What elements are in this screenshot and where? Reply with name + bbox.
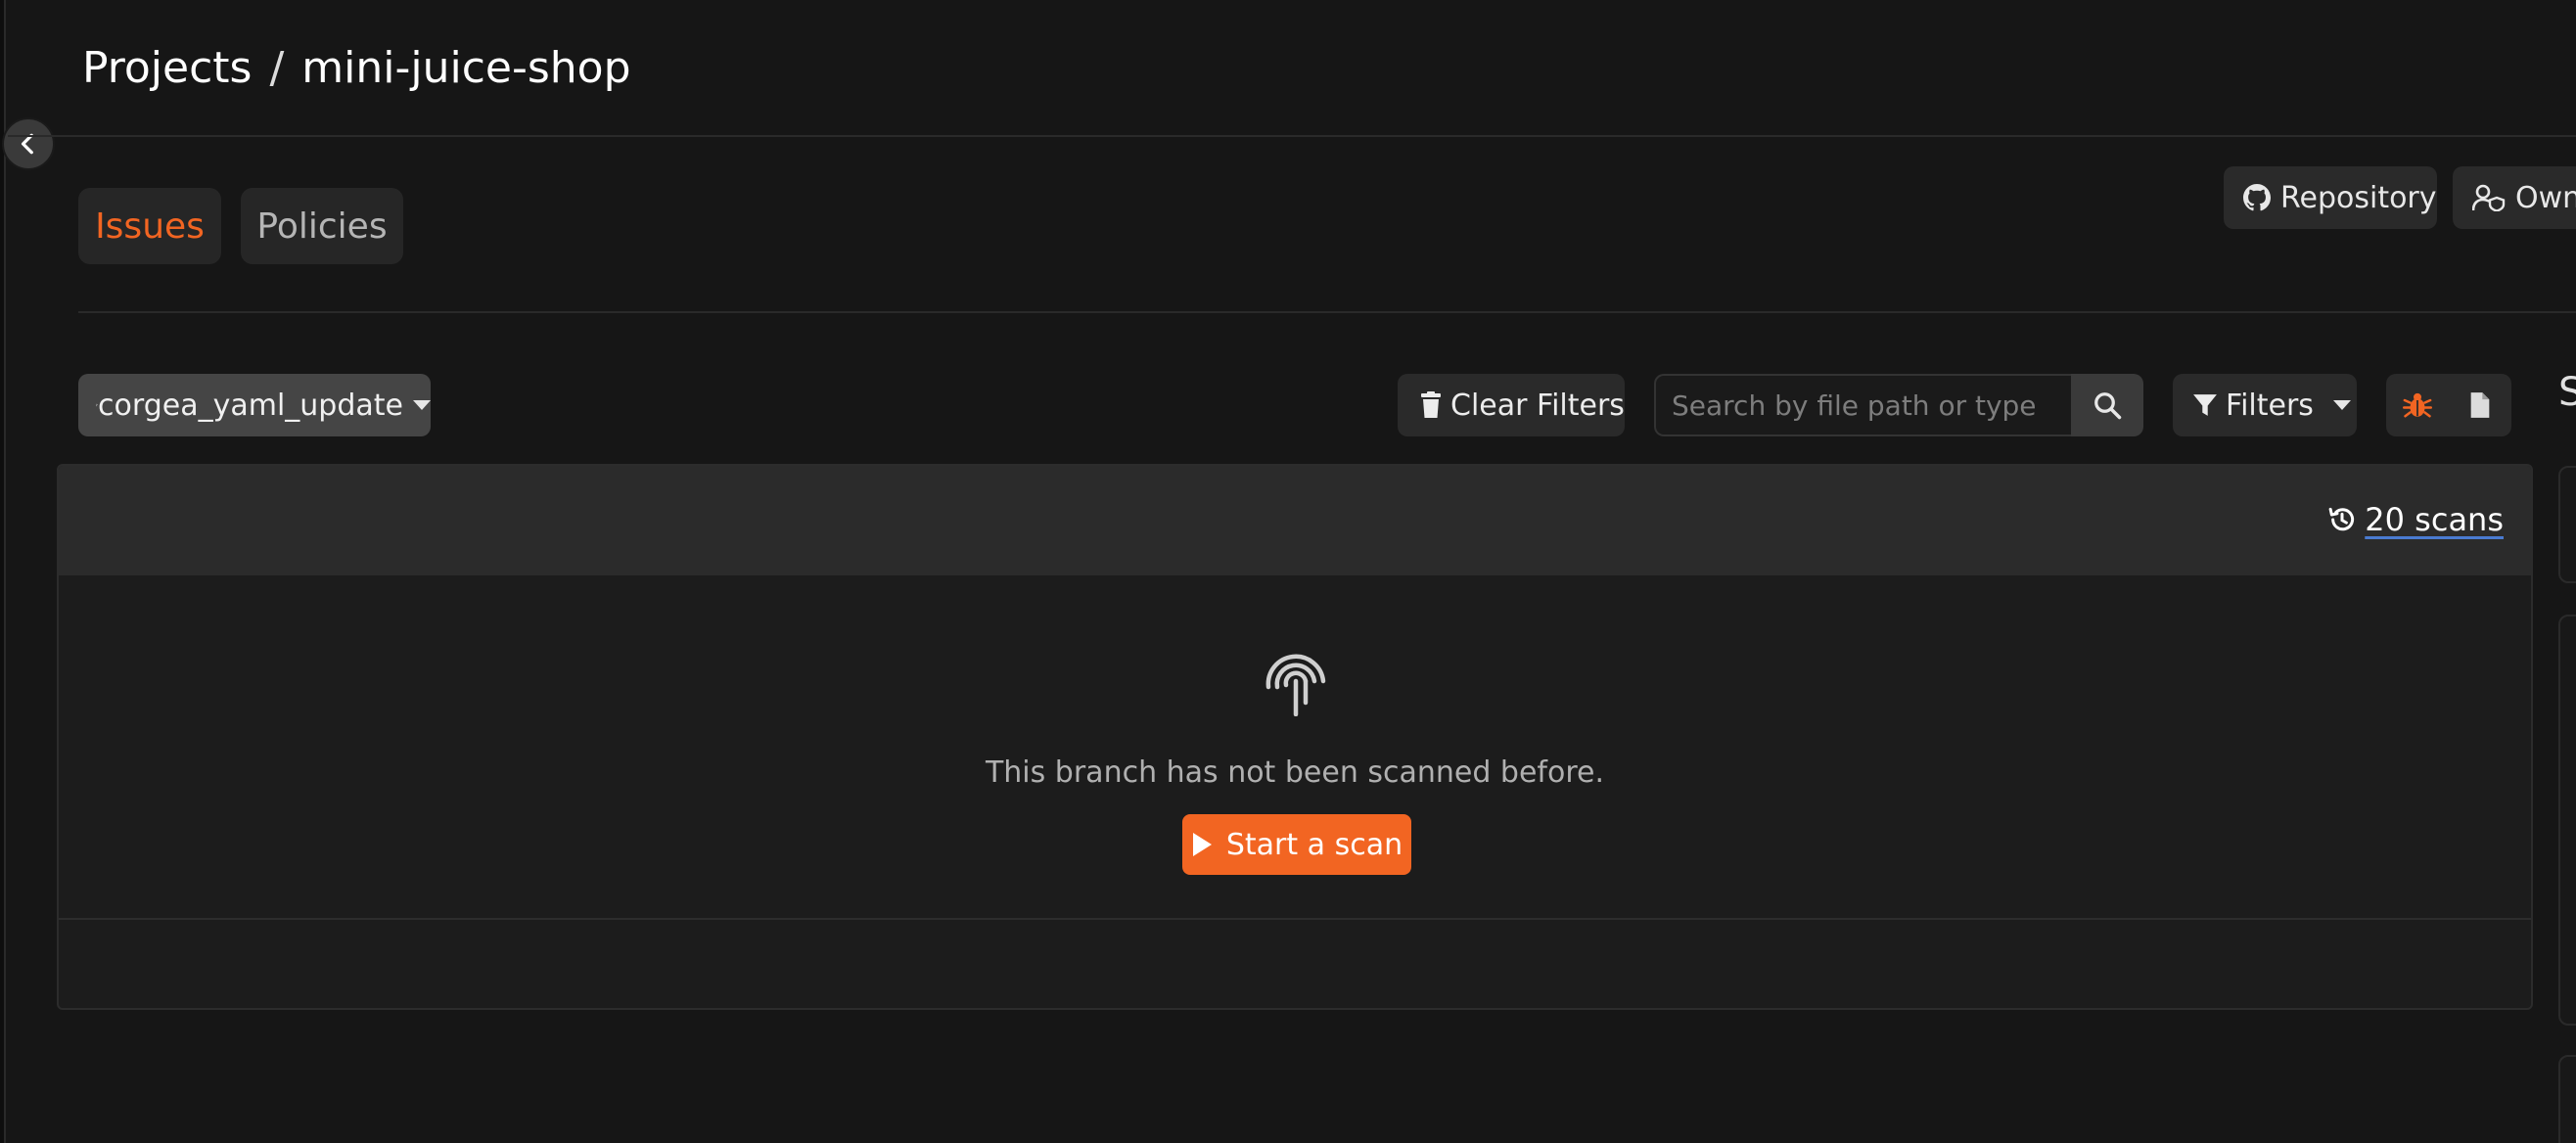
search-input[interactable] [1654, 374, 2071, 436]
play-icon [1192, 833, 1212, 856]
trash-icon [1421, 391, 1441, 418]
tab-policies[interactable]: Policies [241, 188, 403, 264]
start-scan-button[interactable]: Start a scan [1182, 814, 1411, 875]
tabs-divider [78, 311, 2576, 313]
scans-history-link[interactable]: 20 scans [2327, 501, 2504, 538]
tab-issues[interactable]: Issues [78, 188, 221, 264]
empty-state: This branch has not been scanned before.… [59, 575, 2531, 920]
side-panel-card [2558, 1055, 2576, 1143]
branch-selector[interactable]: corgea_yaml_update [78, 374, 431, 436]
owners-label: Owne [2515, 180, 2576, 215]
chevron-down-icon [413, 400, 431, 410]
history-icon [2328, 507, 2355, 531]
sidebar-collapse-button[interactable] [2, 117, 55, 170]
bug-icon [2403, 392, 2432, 418]
side-panel-card [2558, 466, 2576, 583]
header-divider [8, 135, 2576, 137]
issues-panel: 20 scans This branch has not been scanne… [57, 464, 2533, 1010]
branch-name: corgea_yaml_update [98, 388, 403, 423]
breadcrumb-separator: / [269, 43, 285, 93]
filters-dropdown[interactable]: Filters [2173, 374, 2357, 436]
chevron-down-icon [2332, 400, 2351, 410]
side-panel-heading: S [2558, 370, 2576, 415]
repository-button[interactable]: Repository [2224, 166, 2437, 229]
panel-footer-divider [59, 918, 2531, 920]
clear-filters-button[interactable]: Clear Filters [1398, 374, 1625, 436]
scans-count: 20 scans [2365, 501, 2504, 538]
project-issues-page: Projects / mini-juice-shop Issues Polici… [0, 0, 2576, 1143]
issues-panel-header: 20 scans [59, 466, 2531, 575]
side-panel-card [2558, 615, 2576, 1026]
owners-button[interactable]: Owne [2453, 166, 2576, 229]
fingerprint-icon [1265, 654, 1326, 716]
filters-label: Filters [2226, 388, 2314, 423]
start-scan-label: Start a scan [1225, 827, 1403, 862]
breadcrumb-projects-link[interactable]: Projects [82, 43, 252, 93]
issues-view-button[interactable] [2386, 374, 2449, 436]
funnel-icon [2193, 394, 2217, 416]
search-icon [2094, 392, 2122, 420]
file-icon [2470, 392, 2490, 418]
files-view-button[interactable] [2449, 374, 2511, 436]
search-button[interactable] [2071, 374, 2143, 436]
view-toggle [2386, 374, 2511, 436]
breadcrumb-project-name: mini-juice-shop [301, 43, 631, 93]
clear-filters-label: Clear Filters [1450, 388, 1625, 423]
github-icon [2243, 184, 2271, 211]
empty-state-message: This branch has not been scanned before. [985, 755, 1605, 790]
repository-label: Repository [2280, 180, 2437, 215]
user-shield-icon [2472, 184, 2506, 211]
sidebar-edge [0, 0, 6, 1143]
breadcrumb: Projects / mini-juice-shop [82, 43, 631, 93]
